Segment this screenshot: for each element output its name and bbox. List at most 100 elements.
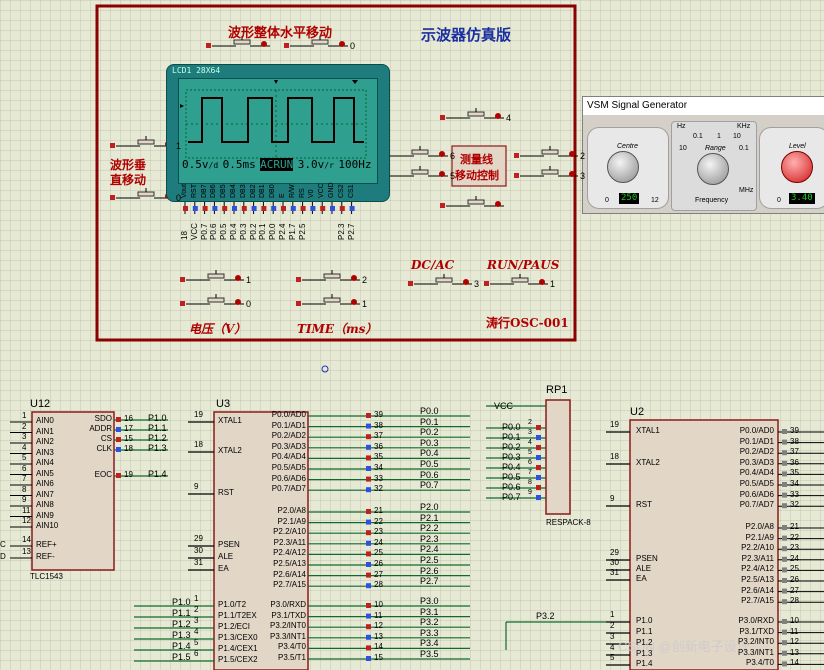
u2-pin-sq-r-6 [782,492,787,498]
u2-pin-sq-r-15 [782,599,787,605]
u3-pin-sq-r-18 [366,624,371,630]
rp1-pin-sq-3 [536,455,541,460]
vol-b-button-dot [235,299,241,305]
origin-marker [321,365,329,373]
u2-pin-sq-r-18 [782,640,787,646]
dcac-label: DC/AC [411,258,455,272]
lcd-pin-sq-10 [281,206,286,211]
rp1-ref: RP1 [546,384,568,396]
v-a-button-body [137,139,155,145]
centre-knob[interactable] [607,151,639,183]
u2-pin-sq-r-8 [782,525,787,530]
meas-1-button-body [467,111,485,117]
time-a-button-pin [296,277,301,282]
u12-part: TLC1543 [30,572,63,581]
lcd-cursor-marker [352,80,358,84]
level-knob[interactable] [781,151,813,183]
h-left-button-pin [206,43,211,48]
meas-6-button-body [467,199,485,205]
u12-pin-sq-r-2 [116,437,121,442]
rp1-pin-sq-4 [536,465,541,470]
rp1-pin-sq-7 [536,495,541,500]
u3-pin-sq-r-9 [366,519,371,525]
range-label: Range [705,145,726,152]
rp1-pin-sq-5 [536,475,541,480]
run-pause-button-dot [539,279,545,285]
rp1-body [545,399,571,515]
meas-5-button-dot [569,171,575,177]
u2-pin-sq-r-0 [782,429,787,434]
run-pause-label: RUN/PAUS [487,258,560,272]
u3-pin-sq-r-10 [366,530,371,536]
v-b-button-pin [110,195,115,200]
lcd-pin-sq-13 [310,206,316,211]
meas-6-button-pin [440,203,445,208]
rp1-pin-sq-6 [536,485,541,490]
u3-pin-sq-r-11 [366,540,371,546]
u2-pin-sq-r-13 [782,578,787,583]
u2-pin-sq-r-3 [782,460,787,466]
lcd-pin-sq-5 [232,206,237,211]
level-label: Level [789,143,806,150]
meas-2-button-body [411,149,429,155]
u3-ref: U3 [216,398,231,410]
u3-body [213,411,309,670]
u12-pin-sq-r-1 [116,427,121,432]
v-a-button-pin [110,143,115,148]
range-label-10-left: 10 [679,145,687,152]
u3-pin-sq-r-6 [366,476,371,482]
signal-generator-window[interactable]: VSM Signal Generator Centre 250 0 12 Hz … [582,96,824,214]
lcd-pin-sq-8 [261,206,267,211]
time-label: TIME（ms） [297,322,378,336]
rp1-pin-sq-0 [536,425,541,430]
lcd-pin-sq-9 [271,206,277,211]
range-unit-khz: KHz [737,123,751,130]
u3-pin-sq-r-7 [366,487,371,493]
lcd-run-state: RUN [273,158,294,171]
centre-led: 250 [619,193,640,204]
u12-body [31,411,115,571]
u3-pin-sq-r-5 [366,466,371,471]
lcd-volt-div: 0.5v [182,158,209,171]
u2-pin-sq-r-19 [782,650,787,656]
rp1-part: RESPACK-8 [546,518,591,527]
lcd-pin-sq-0 [183,206,188,211]
lcd-voltage: 3.0v [297,158,325,171]
meas-5-button-pin [514,173,519,178]
h-left-button-dot [261,41,267,47]
vol-b-button-body [207,297,225,303]
lcd-pin-sq-3 [212,206,218,211]
u12-pin-sq-r-4 [116,473,121,478]
centre-scale-min: 0 [605,197,609,204]
watermark: CSDN @创新电子设计 [618,639,750,654]
u2-pin-sq-r-7 [782,503,787,509]
range-label-1: 1 [717,133,721,140]
meas-3-button-body [411,169,429,175]
lcd-frequency: 100Hz [338,158,372,171]
u3-pin-sq-r-2 [366,434,371,440]
u2-pin-sq-r-5 [782,482,787,487]
u2-pin-sq-r-9 [782,535,787,541]
level-led: 3.40 [789,193,815,204]
h-right-button-pin [284,43,289,48]
voltage-label: 电压（V） [189,322,247,336]
time-a-button-body [323,273,341,279]
centre-label: Centre [617,143,639,150]
rp1-vcc: VCC [494,401,514,411]
u3-pin-sq-r-12 [366,551,371,557]
vol-a-button-pin [180,277,185,282]
u3-pin-sq-r-13 [366,562,371,567]
measure-line-label-1: 测量线 [460,153,493,166]
rp1-pin-sq-2 [536,445,541,450]
lcd-time-div: 0.5ms [222,158,256,171]
meas-5-button-body [541,169,559,175]
u2-pin-sq-r-10 [782,546,787,552]
u2-pin-sq-r-20 [782,661,787,667]
range-knob[interactable] [697,153,729,185]
time-a-button-dot [351,275,357,281]
lcd-pin-sq-6 [241,206,247,211]
author-label: 涛行OSC-001 [486,316,569,330]
u12-pin-sq-r-0 [116,417,121,422]
u2-pin-sq-r-4 [782,471,787,477]
lcd-coupling: AC [260,158,274,171]
